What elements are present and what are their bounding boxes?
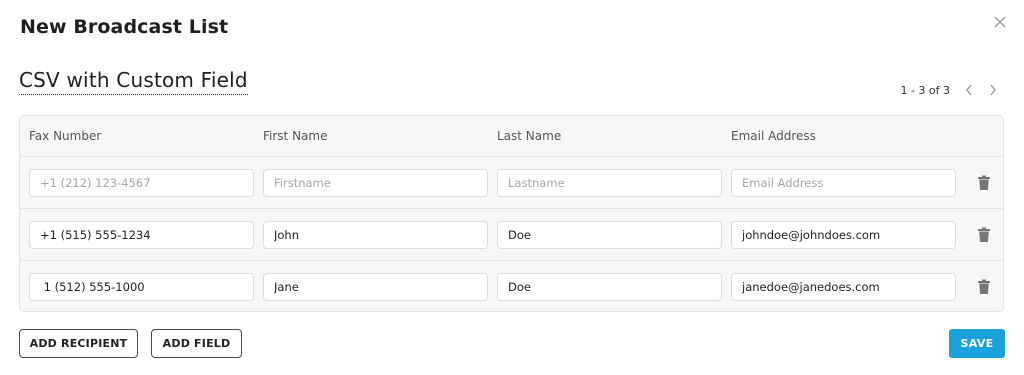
recipients-table: Fax Number First Name Last Name Email Ad…	[19, 115, 1004, 312]
pagination-text: 1 - 3 of 3	[900, 83, 950, 97]
save-button[interactable]: SAVE	[949, 329, 1005, 358]
next-page-button[interactable]	[986, 82, 1000, 98]
pagination: 1 - 3 of 3	[900, 82, 1000, 98]
delete-row-button[interactable]	[977, 227, 991, 243]
trash-icon	[978, 227, 990, 242]
dialog-title: New Broadcast List	[20, 16, 229, 38]
delete-row-button[interactable]	[977, 279, 991, 295]
email-address-input[interactable]	[731, 273, 956, 301]
prev-page-button[interactable]	[962, 82, 976, 98]
table-row	[20, 209, 1003, 261]
add-recipient-button[interactable]: ADD RECIPIENT	[19, 329, 138, 358]
fax-number-input[interactable]	[29, 221, 254, 249]
column-header-fax-number: Fax Number	[29, 129, 102, 143]
fax-number-input[interactable]	[29, 169, 254, 197]
column-header-first-name: First Name	[263, 129, 328, 143]
trash-icon	[978, 175, 990, 190]
last-name-input[interactable]	[497, 221, 722, 249]
first-name-input[interactable]	[263, 169, 488, 197]
delete-row-button[interactable]	[977, 175, 991, 191]
fax-number-input[interactable]	[29, 273, 254, 301]
table-row	[20, 261, 1003, 313]
table-header: Fax Number First Name Last Name Email Ad…	[20, 116, 1003, 157]
email-address-input[interactable]	[731, 169, 956, 197]
email-address-input[interactable]	[731, 221, 956, 249]
add-field-button[interactable]: ADD FIELD	[151, 329, 242, 358]
column-header-email-address: Email Address	[731, 129, 816, 143]
new-recipient-row	[20, 157, 1003, 209]
last-name-input[interactable]	[497, 273, 722, 301]
trash-icon	[978, 279, 990, 294]
list-name[interactable]: CSV with Custom Field	[19, 68, 248, 95]
chevron-left-icon	[966, 84, 972, 96]
last-name-input[interactable]	[497, 169, 722, 197]
chevron-right-icon	[990, 84, 996, 96]
close-icon	[994, 16, 1006, 28]
first-name-input[interactable]	[263, 273, 488, 301]
first-name-input[interactable]	[263, 221, 488, 249]
close-button[interactable]	[990, 12, 1010, 32]
column-header-last-name: Last Name	[497, 129, 562, 143]
